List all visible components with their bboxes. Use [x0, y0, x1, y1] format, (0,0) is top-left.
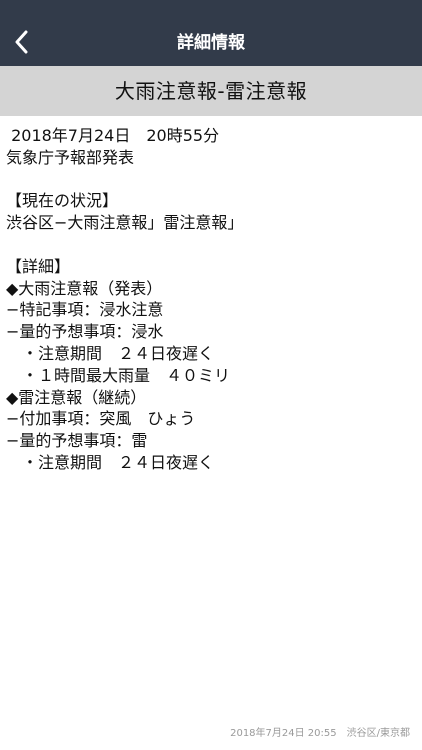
caution-period-line: ・注意期間 ２４日夜遅く [6, 452, 215, 472]
details-heading: 【詳細】 [6, 256, 71, 276]
page-title: 大雨注意報-雷注意報 [114, 79, 308, 103]
footer-timestamp-location: 2018年7月24日 20:55 渋谷区/東京都 [230, 728, 410, 739]
thunder-advisory-line: ◆雷注意報（継続） [6, 387, 147, 407]
current-status-heading: 【現在の状況】 [6, 191, 119, 211]
max-rainfall-line: ・１時間最大雨量 ４０ミリ [6, 365, 231, 385]
quantitative-forecast-line: −量的予想事項：雷 [6, 431, 148, 451]
title-band: 大雨注意報-雷注意報 [0, 66, 422, 116]
issuer-line: 気象庁予報部発表 [6, 147, 135, 167]
additional-items-line: −付加事項：突風 ひょう [6, 409, 196, 429]
warning-detail-text: 2018年7月24日 20時55分 気象庁予報部発表 【現在の状況】 渋谷区−大… [6, 125, 416, 474]
issue-datetime: 2018年7月24日 20時55分 [6, 126, 220, 145]
caution-period-line: ・注意期間 ２４日夜遅く [6, 343, 215, 363]
current-status-text: 渋谷区−大雨注意報」雷注意報」 [6, 213, 244, 233]
nav-title: 詳細情報 [177, 33, 245, 53]
heavy-rain-advisory-line: ◆大雨注意報（発表） [6, 278, 163, 298]
special-note-line: −特記事項：浸水注意 [6, 300, 164, 320]
navigation-bar: 詳細情報 [0, 0, 422, 66]
quantitative-forecast-line: −量的予想事項：浸水 [6, 322, 164, 342]
